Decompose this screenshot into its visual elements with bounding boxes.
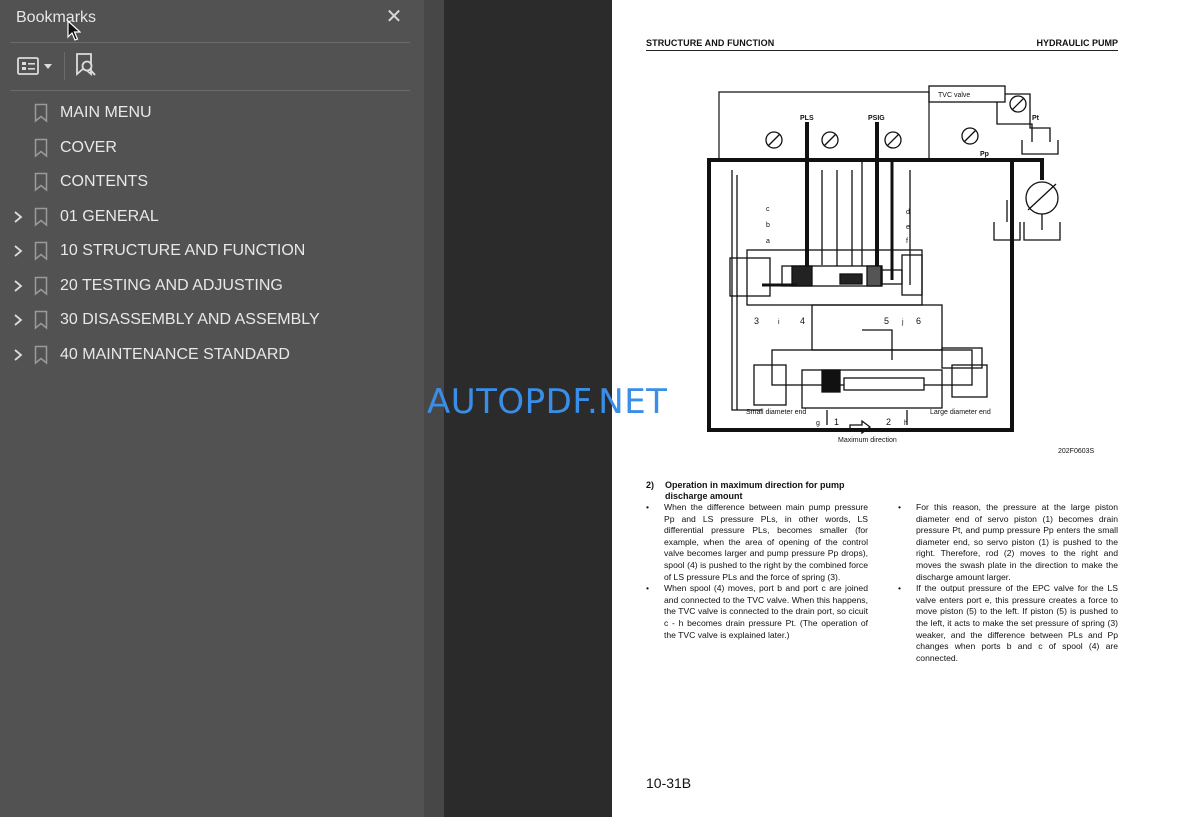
- paragraph: • When spool (4) moves, port b and port c…: [646, 583, 868, 641]
- mouse-cursor-icon: [67, 20, 81, 41]
- bookmark-label: 20 TESTING AND ADJUSTING: [60, 277, 283, 294]
- section-number: 2): [646, 480, 655, 490]
- text-column-right: • For this reason, the pressure at the la…: [898, 502, 1118, 664]
- label-5: 5: [884, 316, 889, 326]
- label-tvc-valve: TVC valve: [938, 92, 970, 99]
- divider: [10, 42, 410, 43]
- header-rule: [646, 50, 1118, 51]
- bookmark-icon: [34, 138, 48, 158]
- label-psig: PSIG: [868, 115, 885, 122]
- label-large-end: Large diameter end: [930, 409, 991, 416]
- label-a: a: [766, 238, 770, 245]
- bookmark-item-main-menu[interactable]: MAIN MENU: [0, 96, 424, 130]
- toolbar-divider: [64, 52, 65, 80]
- bookmark-item-general[interactable]: 01 GENERAL: [0, 200, 424, 234]
- label-j: j: [901, 319, 904, 326]
- bookmark-icon: [34, 310, 48, 330]
- label-f: f: [906, 238, 908, 245]
- chevron-right-icon[interactable]: [11, 210, 25, 224]
- label-g: g: [816, 420, 820, 427]
- bookmark-item-contents[interactable]: CONTENTS: [0, 165, 424, 199]
- page-header-section: STRUCTURE AND FUNCTION: [646, 38, 775, 48]
- bookmark-label: MAIN MENU: [60, 104, 152, 121]
- label-1: 1: [834, 417, 839, 427]
- paragraph-text: When spool (4) moves, port b and port c …: [664, 583, 868, 640]
- bookmark-icon: [34, 172, 48, 192]
- bookmark-label: 40 MAINTENANCE STANDARD: [60, 346, 290, 363]
- bookmark-label: 10 STRUCTURE AND FUNCTION: [60, 242, 306, 259]
- label-pp: Pp: [980, 151, 989, 158]
- bookmark-icon: [34, 103, 48, 123]
- label-6: 6: [916, 316, 921, 326]
- bookmark-options-button[interactable]: [16, 54, 56, 78]
- bookmark-item-testing-and-adjusting[interactable]: 20 TESTING AND ADJUSTING: [0, 269, 424, 303]
- label-3: 3: [754, 316, 759, 326]
- label-i: i: [778, 319, 780, 326]
- paragraph-text: If the output pressure of the EPC valve …: [916, 583, 1118, 663]
- close-icon[interactable]: ✕: [384, 7, 404, 27]
- chevron-right-icon[interactable]: [11, 348, 25, 362]
- watermark-text: AUTOPDF.NET: [427, 382, 668, 422]
- divider: [10, 90, 410, 91]
- bullet: •: [646, 583, 650, 594]
- section-title: Operation in maximum direction for pump …: [665, 480, 845, 501]
- bookmark-item-disassembly-and-assembly[interactable]: 30 DISASSEMBLY AND ASSEMBLY: [0, 303, 424, 337]
- label-c: c: [766, 206, 770, 213]
- bullet: •: [898, 502, 902, 512]
- label-pt: Pt: [1032, 115, 1040, 122]
- bookmarks-panel: Bookmarks ✕ MAIN MENU COVER CONTENTS 01 …: [0, 0, 424, 817]
- chevron-right-icon[interactable]: [11, 244, 25, 258]
- label-4: 4: [800, 316, 805, 326]
- bookmark-label: CONTENTS: [60, 173, 148, 190]
- bookmark-item-maintenance-standard[interactable]: 40 MAINTENANCE STANDARD: [0, 338, 424, 372]
- find-bookmark-icon: [76, 53, 96, 76]
- bookmark-icon: [34, 207, 48, 227]
- chevron-right-icon[interactable]: [11, 313, 25, 327]
- text-column-left: • When the difference between main pump p…: [646, 502, 868, 641]
- paragraph-text: When the difference between main pump pr…: [664, 502, 868, 582]
- label-d: d: [906, 209, 910, 216]
- label-2: 2: [886, 417, 891, 427]
- label-h: h: [904, 420, 908, 427]
- bookmark-icon: [34, 241, 48, 261]
- chevron-right-icon[interactable]: [11, 279, 25, 293]
- panel-title: Bookmarks: [16, 9, 97, 26]
- bullet: •: [646, 502, 650, 512]
- figure-code: 202F0603S: [1058, 448, 1095, 455]
- label-max-direction: Maximum direction: [838, 437, 897, 444]
- options-list-icon: [17, 57, 52, 75]
- find-bookmark-button[interactable]: [74, 52, 100, 80]
- label-small-end: Small diameter end: [746, 409, 806, 416]
- hydraulic-pump-diagram: TVC valve PLS PSIG Pt Pp Small diameter …: [707, 85, 1061, 444]
- bullet: •: [898, 583, 902, 594]
- paragraph: • When the difference between main pump p…: [646, 502, 868, 583]
- bookmark-item-cover[interactable]: COVER: [0, 131, 424, 165]
- bookmark-label: 01 GENERAL: [60, 208, 159, 225]
- label-e: e: [906, 224, 910, 231]
- label-b: b: [766, 222, 770, 229]
- page-number: 10-31B: [646, 775, 692, 791]
- bookmark-icon: [34, 276, 48, 296]
- paragraph-text: For this reason, the pressure at the lar…: [916, 502, 1118, 582]
- bookmark-item-structure-and-function[interactable]: 10 STRUCTURE AND FUNCTION: [0, 234, 424, 268]
- paragraph: • For this reason, the pressure at the la…: [898, 502, 1118, 583]
- paragraph: • If the output pressure of the EPC valve…: [898, 583, 1118, 664]
- label-pls: PLS: [800, 115, 814, 122]
- bookmark-icon: [34, 345, 48, 365]
- bookmark-label: COVER: [60, 139, 117, 156]
- bookmark-label: 30 DISASSEMBLY AND ASSEMBLY: [60, 311, 320, 328]
- document-page: STRUCTURE AND FUNCTION HYDRAULIC PUMP TV…: [612, 0, 1200, 817]
- page-header-topic: HYDRAULIC PUMP: [1036, 38, 1118, 48]
